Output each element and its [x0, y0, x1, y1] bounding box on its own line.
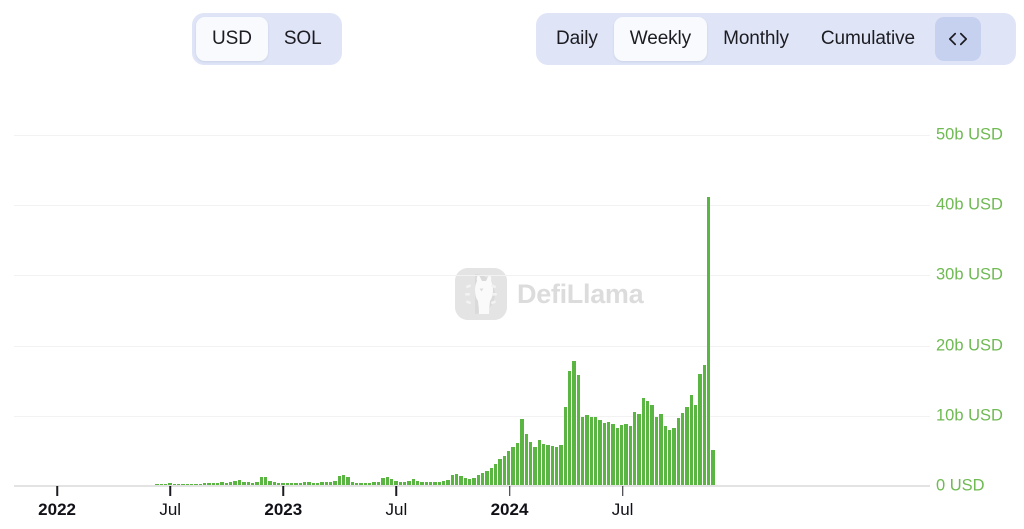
bar[interactable] [511, 447, 515, 486]
bar[interactable] [633, 411, 637, 486]
y-axis-tick-label: 10b USD [936, 406, 1003, 425]
bar[interactable] [572, 361, 576, 486]
period-option-monthly[interactable]: Monthly [707, 17, 805, 61]
bar[interactable] [567, 370, 572, 486]
currency-option-usd[interactable]: USD [196, 17, 268, 61]
plot-area [14, 121, 930, 487]
bar[interactable] [498, 459, 502, 486]
bar[interactable] [533, 446, 537, 486]
bar[interactable] [620, 424, 624, 486]
bar[interactable] [541, 443, 546, 486]
period-option-daily[interactable]: Daily [540, 17, 614, 61]
x-axis-tick-label: Jul [611, 500, 634, 519]
bar[interactable] [550, 446, 554, 486]
bar[interactable] [563, 407, 567, 486]
volume-bar-chart: DefiLlama 0 USD 10b USD 20b USD 30b USD 40b … [0, 78, 1024, 529]
bar[interactable] [502, 455, 507, 486]
bar[interactable] [589, 416, 593, 486]
bar[interactable] [628, 425, 633, 486]
bar[interactable] [507, 450, 511, 486]
bar[interactable] [585, 415, 589, 486]
bar[interactable] [607, 422, 611, 486]
bar[interactable] [672, 428, 676, 486]
bar[interactable] [515, 443, 520, 486]
bar[interactable] [667, 429, 672, 486]
currency-toggle: USD SOL [192, 13, 342, 65]
bar[interactable] [646, 401, 650, 486]
bar[interactable] [641, 397, 646, 486]
bar[interactable] [528, 442, 533, 486]
y-axis-tick-label: 20b USD [936, 336, 1003, 355]
bar[interactable] [680, 413, 685, 486]
bar[interactable] [611, 424, 615, 486]
bar[interactable] [693, 404, 698, 486]
bar[interactable] [594, 417, 598, 486]
bar[interactable] [615, 427, 620, 486]
code-icon [948, 32, 968, 46]
embed-code-button[interactable] [934, 17, 981, 61]
bar[interactable] [494, 463, 498, 486]
bar[interactable] [598, 420, 602, 486]
bar[interactable] [659, 414, 663, 486]
bar-series [38, 121, 930, 486]
bar[interactable] [689, 394, 693, 486]
period-option-weekly[interactable]: Weekly [613, 17, 708, 61]
bar[interactable] [706, 196, 711, 486]
x-axis-tick-label: 2024 [490, 500, 529, 519]
bar[interactable] [654, 417, 659, 486]
bar[interactable] [702, 365, 706, 486]
x-axis-tick [508, 486, 511, 496]
bar[interactable] [524, 434, 528, 486]
bar[interactable] [698, 373, 702, 486]
bar[interactable] [580, 416, 585, 486]
period-toggle: Daily Weekly Monthly Cumulative [536, 13, 1016, 65]
bar[interactable] [637, 414, 641, 486]
x-axis-tick [282, 486, 285, 496]
x-axis-tick-label: Jul [159, 500, 182, 519]
bar[interactable] [676, 417, 680, 486]
x-axis-tick-label: 2023 [264, 500, 303, 519]
bar[interactable] [520, 418, 524, 486]
bar[interactable] [489, 467, 494, 486]
x-axis-tick [169, 486, 171, 496]
y-axis-labels: 0 USD 10b USD 20b USD 30b USD 40b USD 50b USD [936, 78, 1024, 529]
x-axis-tick-label: 2022 [38, 500, 77, 519]
x-axis-tick [56, 486, 58, 496]
x-axis-tick-label: Jul [385, 500, 408, 519]
period-option-cumulative[interactable]: Cumulative [805, 17, 931, 61]
bar[interactable] [650, 404, 654, 486]
chart-toolbar: USD SOL Daily Weekly Monthly Cumulative [0, 0, 1024, 78]
x-axis-tick [395, 486, 398, 496]
bar[interactable] [485, 471, 489, 486]
bar[interactable] [554, 446, 559, 486]
bar[interactable] [602, 422, 607, 486]
bar[interactable] [711, 449, 715, 486]
bar[interactable] [685, 406, 689, 486]
bar[interactable] [576, 375, 580, 486]
y-axis-tick-label: 50b USD [936, 125, 1003, 144]
bar[interactable] [624, 423, 628, 486]
currency-option-sol[interactable]: SOL [268, 17, 338, 61]
bar[interactable] [546, 445, 550, 486]
bar[interactable] [559, 444, 563, 486]
y-axis-tick-label: 40b USD [936, 195, 1003, 214]
y-axis-tick-label: 30b USD [936, 265, 1003, 284]
bar[interactable] [663, 425, 667, 486]
x-axis-labels: 2022 Jul 2023 Jul 2024 Jul [0, 486, 1024, 529]
x-axis-tick [621, 486, 624, 496]
bar[interactable] [537, 439, 541, 486]
